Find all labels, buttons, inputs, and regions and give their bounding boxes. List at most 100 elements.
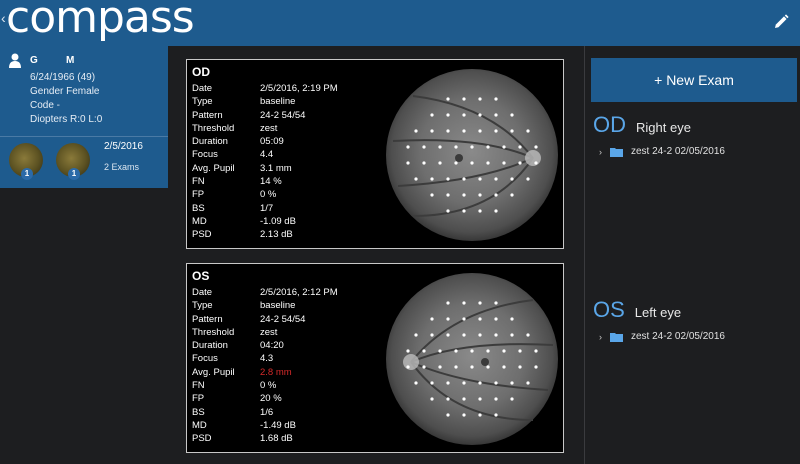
patient-initial-last: M [66, 55, 75, 66]
visit-exam-count: 2 Exams [104, 162, 140, 172]
detail-row: Avg. Pupil 2.8 mm [192, 366, 338, 379]
detail-value: 1/7 [260, 202, 274, 214]
stimulus-point [406, 161, 410, 165]
detail-row: MD -1.09 dB [192, 215, 338, 228]
stimulus-point [430, 113, 434, 117]
pencil-icon[interactable] [772, 13, 790, 31]
detail-row: Pattern 24-2 54/54 [192, 313, 338, 326]
fundus-thumbnail-od[interactable]: 1 [9, 143, 43, 180]
stimulus-point [478, 413, 482, 417]
detail-value: 20 % [260, 393, 282, 405]
detail-label: FP [192, 393, 205, 405]
stimulus-point [446, 397, 450, 401]
fundus-thumbnail-os[interactable]: 1 [56, 143, 90, 180]
detail-value: zest [260, 122, 278, 134]
stimulus-point [446, 209, 450, 213]
od-exam-item[interactable]: › zest 24-2 02/05/2016 [599, 146, 725, 157]
stimulus-point [478, 113, 482, 117]
stimulus-point [518, 145, 522, 149]
detail-row: MD -1.49 dB [192, 419, 338, 432]
stimulus-point [478, 177, 482, 181]
stimulus-point [486, 161, 490, 165]
detail-row: PSD 1.68 dB [192, 432, 338, 445]
back-icon[interactable]: ‹ [1, 10, 6, 26]
detail-value: 4.3 [260, 353, 274, 365]
detail-label: Pattern [192, 109, 223, 121]
stimulus-point [462, 413, 466, 417]
fundus-image-os [386, 273, 558, 445]
stimulus-point [494, 209, 498, 213]
detail-label: BS [192, 202, 205, 214]
detail-row: Duration 05:09 [192, 135, 338, 148]
stimulus-point [422, 161, 426, 165]
exam-card-os[interactable]: OS Date 2/5/2016, 2:12 PM Type baseline Patt… [186, 263, 564, 453]
exam-details: Date 2/5/2016, 2:19 PM Type baseline Pattern… [192, 82, 338, 242]
detail-label: Pattern [192, 313, 223, 325]
detail-row: Threshold zest [192, 326, 338, 339]
stimulus-point [454, 145, 458, 149]
detail-row: Type baseline [192, 299, 338, 312]
stimulus-point [454, 365, 458, 369]
chevron-right-icon[interactable]: › [599, 147, 602, 157]
stimulus-point [494, 193, 498, 197]
detail-row: Focus 4.4 [192, 148, 338, 161]
os-header: OS Left eye [593, 297, 681, 323]
os-exam-item[interactable]: › zest 24-2 02/05/2016 [599, 331, 725, 342]
new-exam-button[interactable]: + New Exam [591, 58, 797, 102]
detail-row: FP 0 % [192, 188, 338, 201]
optic-disc [403, 354, 419, 370]
stimulus-point [462, 97, 466, 101]
stimulus-point [462, 301, 466, 305]
detail-label: Threshold [192, 122, 235, 134]
stimulus-point [494, 333, 498, 337]
app-logo: compass [6, 0, 195, 43]
stimulus-point [438, 145, 442, 149]
stimulus-point [494, 381, 498, 385]
stimulus-point [486, 349, 490, 353]
stimulus-point [470, 161, 474, 165]
stimulus-point [462, 113, 466, 117]
stimulus-point [510, 177, 514, 181]
detail-row: Duration 04:20 [192, 339, 338, 352]
patient-code: Code - [30, 100, 61, 111]
fundus-image-od [386, 69, 558, 241]
detail-label: Focus [192, 353, 218, 365]
stimulus-point [422, 349, 426, 353]
stimulus-point [494, 317, 498, 321]
stimulus-point [486, 365, 490, 369]
detail-label: Focus [192, 149, 218, 161]
detail-label: Date [192, 287, 213, 298]
detail-value: baseline [260, 96, 296, 108]
stimulus-point [510, 113, 514, 117]
os-name: Left eye [634, 305, 682, 320]
exam-card-od[interactable]: OD Date 2/5/2016, 2:19 PM Type baseline Patt… [186, 59, 564, 249]
card-title: OD [192, 65, 210, 79]
chevron-right-icon[interactable]: › [599, 332, 602, 342]
patient-panel[interactable]: G M 6/24/1966 (49) Gender Female Code - … [0, 46, 168, 188]
stimulus-point [414, 333, 418, 337]
detail-row: BS 1/7 [192, 202, 338, 215]
stimulus-point [478, 317, 482, 321]
detail-value: 2.13 dB [260, 229, 293, 241]
detail-row: Threshold zest [192, 122, 338, 135]
stimulus-point [478, 381, 482, 385]
detail-label: FP [192, 189, 205, 201]
detail-label: FN [192, 380, 205, 392]
stimulus-point [462, 129, 466, 133]
stimulus-point [462, 397, 466, 401]
stimulus-point [438, 161, 442, 165]
detail-value: 14 % [260, 176, 282, 188]
os-exam-label: zest 24-2 02/05/2016 [631, 331, 725, 342]
stimulus-point [422, 365, 426, 369]
stimulus-point [414, 129, 418, 133]
stimulus-point [446, 97, 450, 101]
stimulus-point [510, 381, 514, 385]
stimulus-point [470, 365, 474, 369]
detail-label: Avg. Pupil [192, 366, 235, 378]
detail-value: 2/5/2016, 2:19 PM [260, 83, 338, 94]
stimulus-point [446, 317, 450, 321]
stimulus-point [494, 413, 498, 417]
stimulus-point [462, 317, 466, 321]
card-title: OS [192, 269, 210, 283]
exam-details: Date 2/5/2016, 2:12 PM Type baseline Pattern… [192, 286, 338, 446]
